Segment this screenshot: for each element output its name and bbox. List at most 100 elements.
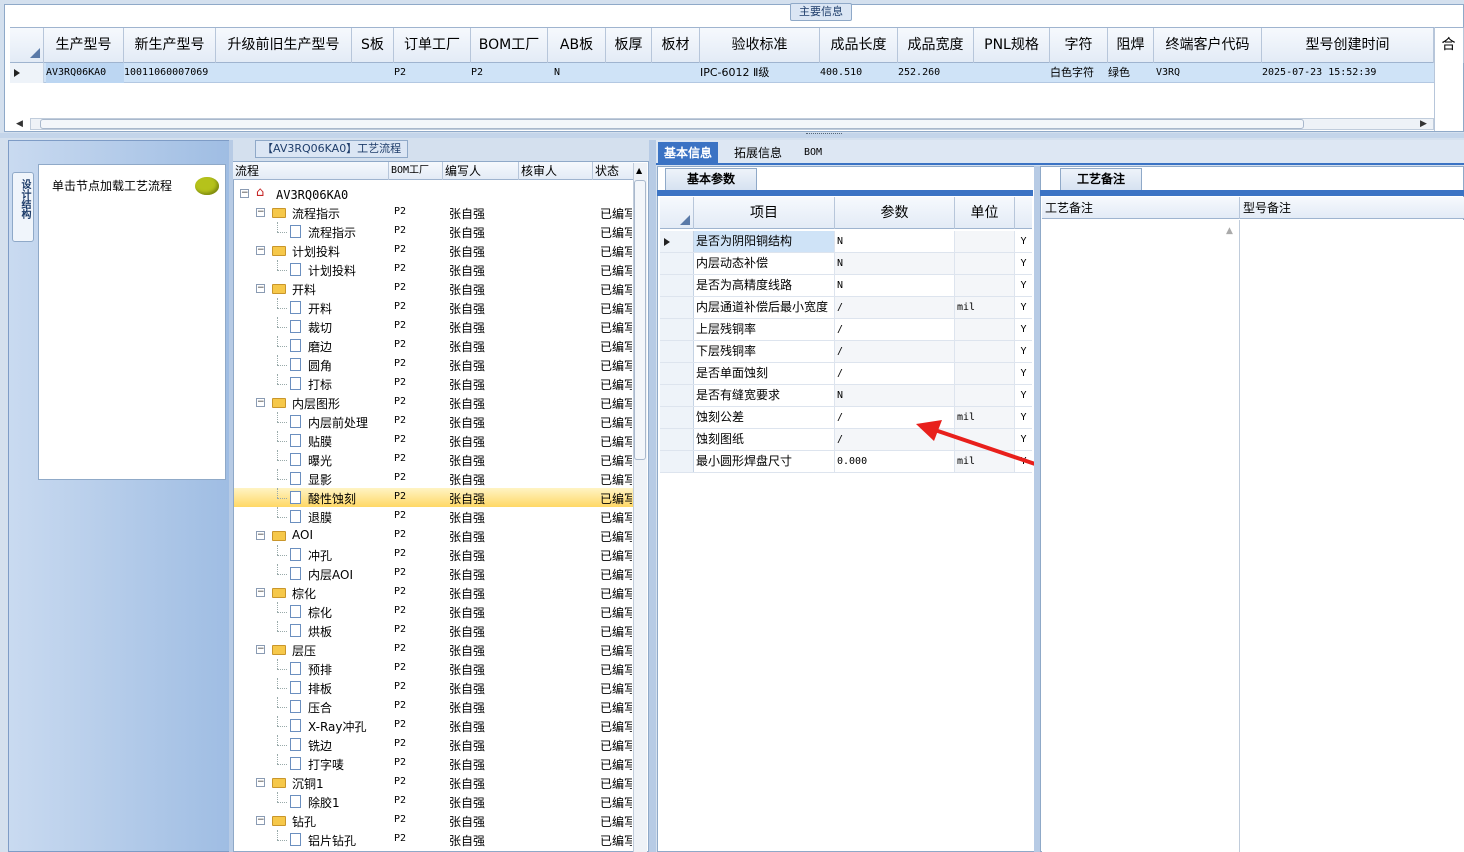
- col-header[interactable]: 生产型号: [44, 28, 124, 63]
- process-remark-field[interactable]: [1042, 220, 1240, 852]
- col-header[interactable]: BOM工厂: [389, 162, 443, 180]
- tree-leaf-node[interactable]: 流程指示 P2 张自强 已编写: [234, 222, 633, 241]
- cell[interactable]: IPC-6012 Ⅱ级: [700, 63, 818, 83]
- tab-basic-params[interactable]: 基本参数: [665, 168, 757, 190]
- col-header[interactable]: PNL规格: [974, 28, 1050, 63]
- tree-leaf-node[interactable]: 裁切 P2 张自强 已编写: [234, 317, 633, 336]
- col-header[interactable]: 流程: [233, 162, 389, 180]
- col-header[interactable]: 验收标准: [700, 28, 820, 63]
- param-row[interactable]: 是否单面蚀刻 / Y: [660, 363, 1032, 385]
- tree-leaf-node[interactable]: 除胶1 P2 张自强 已编写: [234, 792, 633, 811]
- collapse-icon[interactable]: −: [256, 208, 265, 217]
- col-header[interactable]: 项目: [694, 197, 835, 229]
- col-header[interactable]: AB板: [548, 28, 606, 63]
- model-remark-field[interactable]: [1240, 220, 1464, 852]
- tree-group-node[interactable]: − 开料 P2 张自强 已编写: [234, 279, 633, 298]
- col-header[interactable]: S板: [352, 28, 394, 63]
- cell[interactable]: AV3RQ06KA0: [46, 63, 124, 83]
- param-value[interactable]: N: [835, 231, 955, 252]
- tree-leaf-node[interactable]: 开料 P2 张自强 已编写: [234, 298, 633, 317]
- tree-leaf-node[interactable]: 计划投料 P2 张自强 已编写: [234, 260, 633, 279]
- cell[interactable]: V3RQ: [1156, 63, 1262, 83]
- param-row[interactable]: 内层动态补偿 N Y: [660, 253, 1032, 275]
- col-header[interactable]: 状态: [593, 162, 633, 180]
- tree-group-node[interactable]: − 层压 P2 张自强 已编写: [234, 640, 633, 659]
- scroll-right-icon[interactable]: ▶: [1420, 119, 1427, 129]
- param-value[interactable]: N: [835, 385, 955, 406]
- tree-leaf-node[interactable]: 内层前处理 P2 张自强 已编写: [234, 412, 633, 431]
- tree-leaf-node[interactable]: 压合 P2 张自强 已编写: [234, 697, 633, 716]
- param-row[interactable]: 上层残铜率 / Y: [660, 319, 1032, 341]
- grid-corner[interactable]: [660, 197, 694, 229]
- col-header[interactable]: 参数: [835, 197, 955, 229]
- collapse-icon[interactable]: −: [256, 778, 265, 787]
- col-header[interactable]: 订单工厂: [394, 28, 471, 63]
- tree-leaf-node[interactable]: 打字唛 P2 张自强 已编写: [234, 754, 633, 773]
- col-header[interactable]: 合: [1434, 28, 1464, 63]
- tree-leaf-node[interactable]: 棕化 P2 张自强 已编写: [234, 602, 633, 621]
- param-row[interactable]: 是否有缝宽要求 N Y: [660, 385, 1032, 407]
- tree-root[interactable]: − ⌂ AV3RQ06KA0: [234, 184, 633, 203]
- tree-leaf-node[interactable]: 烘板 P2 张自强 已编写: [234, 621, 633, 640]
- col-header[interactable]: 工艺备注: [1042, 197, 1240, 219]
- param-value[interactable]: /: [835, 319, 955, 340]
- scroll-up-icon[interactable]: ▲: [1226, 226, 1233, 236]
- collapse-icon[interactable]: −: [256, 588, 265, 597]
- tree-leaf-node[interactable]: 磨边 P2 张自强 已编写: [234, 336, 633, 355]
- tree-group-node[interactable]: − 流程指示 P2 张自强 已编写: [234, 203, 633, 222]
- tab-design-structure[interactable]: 设计结构: [12, 172, 34, 242]
- param-value[interactable]: /: [835, 363, 955, 384]
- tree-group-node[interactable]: − 棕化 P2 张自强 已编写: [234, 583, 633, 602]
- col-header[interactable]: 阻焊: [1108, 28, 1154, 63]
- tab-extended-info[interactable]: 拓展信息: [728, 142, 788, 164]
- cell[interactable]: 400.510: [820, 63, 896, 83]
- vertical-splitter[interactable]: [649, 140, 656, 852]
- table-row[interactable]: AV3RQ06KA0 10011060007069 P2 P2 N IPC-60…: [10, 63, 1434, 83]
- cell[interactable]: 绿色: [1108, 63, 1152, 83]
- cell[interactable]: 2025-07-23 15:52:39: [1262, 63, 1432, 83]
- tree-leaf-node[interactable]: 打标 P2 张自强 已编写: [234, 374, 633, 393]
- cell[interactable]: P2: [471, 63, 541, 83]
- col-header[interactable]: 核审人: [519, 162, 593, 180]
- col-header[interactable]: 成品长度: [820, 28, 898, 63]
- horizontal-splitter[interactable]: [0, 133, 1464, 138]
- col-header[interactable]: 板材: [652, 28, 700, 63]
- cell[interactable]: 10011060007069: [124, 63, 216, 83]
- tab-bom[interactable]: BOM: [798, 142, 828, 164]
- cell[interactable]: 白色字符: [1050, 63, 1106, 83]
- tree-group-node[interactable]: − 钻孔 P2 张自强 已编写: [234, 811, 633, 830]
- col-header[interactable]: 新生产型号: [124, 28, 216, 63]
- param-value[interactable]: /: [835, 341, 955, 362]
- tree-leaf-node[interactable]: 贴膜 P2 张自强 已编写: [234, 431, 633, 450]
- param-value[interactable]: N: [835, 253, 955, 274]
- col-header[interactable]: 单位: [955, 197, 1015, 229]
- tree-leaf-node[interactable]: 显影 P2 张自强 已编写: [234, 469, 633, 488]
- tree-leaf-node[interactable]: X-Ray冲孔 P2 张自强 已编写: [234, 716, 633, 735]
- cell[interactable]: P2: [394, 63, 464, 83]
- col-header[interactable]: 编写人: [443, 162, 519, 180]
- scroll-up-icon[interactable]: ▲: [636, 166, 642, 175]
- col-header[interactable]: 字符: [1050, 28, 1108, 63]
- tree-group-node[interactable]: − AOI P2 张自强 已编写: [234, 526, 633, 545]
- collapse-icon[interactable]: −: [256, 645, 265, 654]
- col-header[interactable]: 型号备注: [1240, 197, 1464, 219]
- collapse-icon[interactable]: −: [256, 284, 265, 293]
- col-header[interactable]: 板厚: [606, 28, 652, 63]
- tree-leaf-node[interactable]: 酸性蚀刻 P2 张自强 已编写: [234, 488, 633, 507]
- grid-corner[interactable]: [10, 28, 44, 63]
- param-value[interactable]: N: [835, 275, 955, 296]
- tree-leaf-node[interactable]: 铝片钻孔 P2 张自强 已编写: [234, 830, 633, 849]
- param-value[interactable]: /: [835, 297, 955, 318]
- tree-leaf-node[interactable]: 圆角 P2 张自强 已编写: [234, 355, 633, 374]
- param-row[interactable]: 是否为高精度线路 N Y: [660, 275, 1032, 297]
- collapse-icon[interactable]: −: [256, 246, 265, 255]
- tree-leaf-node[interactable]: 曝光 P2 张自强 已编写: [234, 450, 633, 469]
- tree-leaf-node[interactable]: 退膜 P2 张自强 已编写: [234, 507, 633, 526]
- collapse-icon[interactable]: −: [256, 398, 265, 407]
- col-header[interactable]: 终端客户代码: [1154, 28, 1262, 63]
- col-header[interactable]: 升级前旧生产型号: [216, 28, 352, 63]
- tree-leaf-node[interactable]: 排板 P2 张自强 已编写: [234, 678, 633, 697]
- scrollbar-thumb[interactable]: [634, 180, 646, 460]
- tab-basic-info[interactable]: 基本信息: [658, 142, 719, 164]
- tree-leaf-node[interactable]: 预排 P2 张自强 已编写: [234, 659, 633, 678]
